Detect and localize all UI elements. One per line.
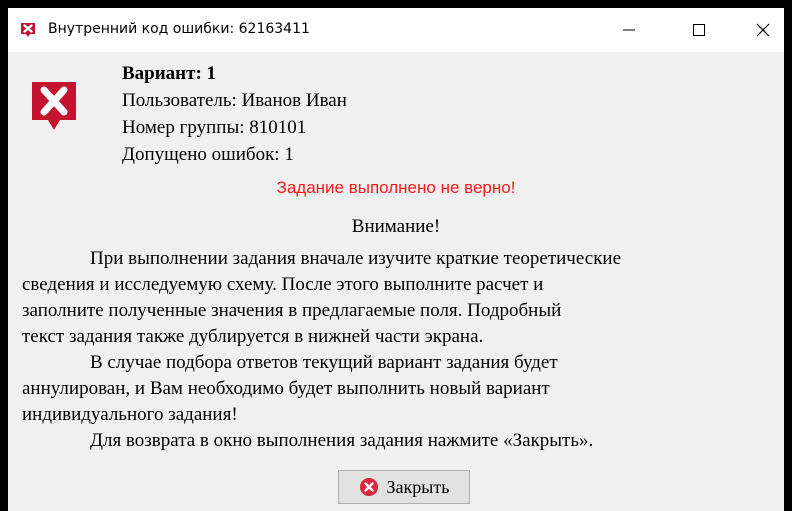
minimize-icon [623, 29, 635, 31]
paragraph-line: аннулирован, и Вам необходимо будет выпо… [22, 378, 550, 399]
error-message: Задание выполнено не верно! [276, 178, 516, 197]
instructions-paragraph-3: Для возврата в окно выполнения задания н… [22, 428, 778, 454]
maximize-icon [693, 24, 705, 36]
close-button[interactable]: Закрыть [338, 470, 470, 504]
paragraph-line: В случае подбора ответов текущий вариант… [90, 352, 558, 373]
error-circle-icon [359, 478, 378, 496]
error-app-icon [21, 23, 35, 37]
user-label: Пользователь: Иванов Иван [122, 90, 347, 111]
close-icon [756, 23, 770, 37]
paragraph-line: текст задания также дублируется в нижней… [22, 326, 484, 347]
paragraph-line: При выполнении задания вначале изучите к… [90, 248, 622, 269]
dialog-content: Вариант: 1 Пользователь: Иванов Иван Ном… [8, 52, 784, 511]
paragraph-line: заполните полученные значения в предлага… [22, 300, 562, 321]
title-bar[interactable]: Внутренний код ошибки: 62163411 [8, 8, 784, 52]
close-window-button[interactable] [740, 8, 784, 52]
paragraph-line: сведения и исследуемую схему. После этог… [22, 274, 544, 295]
group-label: Номер группы: 810101 [122, 117, 307, 138]
error-dialog-window: Внутренний код ошибки: 62163411 Вариант:… [8, 8, 784, 511]
maximize-button[interactable] [676, 8, 722, 52]
minimize-button[interactable] [606, 8, 652, 52]
paragraph-line: индивидуального задания! [22, 404, 238, 425]
close-button-label: Закрыть [386, 476, 450, 497]
instructions-paragraph-2: В случае подбора ответов текущий вариант… [22, 350, 778, 428]
variant-label: Вариант: 1 [122, 63, 217, 84]
window-title: Внутренний код ошибки: 62163411 [48, 21, 310, 37]
instructions-paragraph-1: При выполнении задания вначале изучите к… [22, 246, 778, 350]
error-icon [32, 82, 76, 130]
paragraph-line: Для возврата в окно выполнения задания н… [90, 430, 594, 451]
attention-heading: Внимание! [351, 216, 441, 237]
student-info: Вариант: 1 Пользователь: Иванов Иван Ном… [122, 60, 347, 168]
errors-label: Допущено ошибок: 1 [122, 144, 294, 165]
